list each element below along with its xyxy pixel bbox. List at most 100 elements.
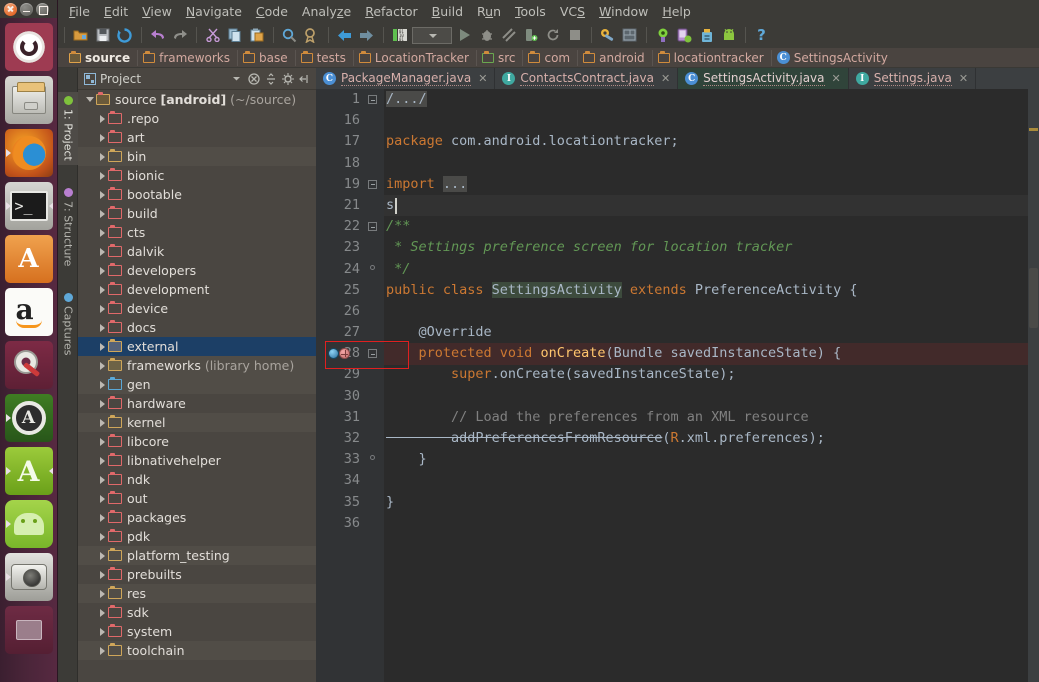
launcher-item-ubuntu-dash[interactable]: [4, 23, 53, 71]
tree-item-device[interactable]: device: [78, 299, 316, 318]
menu-analyze[interactable]: Analyze: [295, 2, 358, 21]
chevron-right-icon[interactable]: [96, 304, 108, 313]
stop-icon[interactable]: [564, 25, 585, 46]
tree-item-gen[interactable]: gen: [78, 375, 316, 394]
menu-edit[interactable]: Edit: [97, 2, 135, 21]
menu-window[interactable]: Window: [592, 2, 655, 21]
launcher-item-files[interactable]: [4, 76, 53, 124]
tree-item-res[interactable]: res: [78, 584, 316, 603]
left-tool-window-bar[interactable]: 1: Project 7: Structure Captures: [58, 68, 78, 682]
tree-item-packages[interactable]: packages: [78, 508, 316, 527]
project-tree[interactable]: source [android] (~/source) .repo art bin bi…: [78, 90, 316, 682]
tree-item-build[interactable]: build: [78, 204, 316, 223]
chevron-right-icon[interactable]: [96, 266, 108, 275]
find-icon[interactable]: [279, 25, 300, 46]
code-line[interactable]: /**: [384, 216, 1028, 237]
code-line[interactable]: addPreferencesFromResource(R.xml.prefere…: [384, 428, 1028, 449]
code-line[interactable]: public class SettingsActivity extends Pr…: [384, 280, 1028, 301]
menu-build[interactable]: Build: [425, 2, 470, 21]
tree-item-bin[interactable]: bin: [78, 147, 316, 166]
attach-debugger-icon[interactable]: [520, 25, 541, 46]
tool-tab-captures[interactable]: Captures: [58, 289, 78, 359]
sdk-manager-icon[interactable]: [597, 25, 618, 46]
fold-end-icon[interactable]: [368, 455, 377, 464]
close-icon[interactable]: [4, 2, 17, 16]
save-all-icon[interactable]: [92, 25, 113, 46]
chevron-down-icon[interactable]: [84, 97, 96, 102]
breadcrumb-item-base[interactable]: base: [238, 49, 296, 66]
expand-all-icon[interactable]: [264, 72, 277, 85]
editor-code-area[interactable]: /.../ package com.android.locationtracke…: [384, 68, 1028, 682]
tree-item-hardware[interactable]: hardware: [78, 394, 316, 413]
code-line[interactable]: super.onCreate(savedInstanceState);: [384, 364, 1028, 385]
open-project-icon[interactable]: [70, 25, 91, 46]
back-icon[interactable]: [334, 25, 355, 46]
code-line[interactable]: [384, 470, 1028, 491]
project-view-icon[interactable]: [83, 72, 96, 85]
tree-item-toolchain[interactable]: toolchain: [78, 641, 316, 660]
fold-collapse-icon[interactable]: [368, 349, 377, 359]
tree-item-ndk[interactable]: ndk: [78, 470, 316, 489]
android-icon[interactable]: [718, 25, 739, 46]
chevron-right-icon[interactable]: [96, 627, 108, 636]
breadcrumb-item-locationtracker[interactable]: locationtracker: [653, 49, 772, 66]
menu-bar[interactable]: File Edit View Navigate Code Analyze Refactor B…: [58, 0, 1039, 22]
tree-item-libnativehelper[interactable]: libnativehelper: [78, 451, 316, 470]
tree-item-development[interactable]: development: [78, 280, 316, 299]
breadcrumb-item-frameworks[interactable]: frameworks: [138, 49, 238, 66]
code-line[interactable]: [384, 153, 1028, 174]
fold-end-icon[interactable]: [368, 264, 377, 274]
chevron-right-icon[interactable]: [96, 171, 108, 180]
run-config-icon[interactable]: 01 10 01: [389, 25, 410, 46]
tree-root-source[interactable]: source [android] (~/source): [78, 90, 316, 109]
fold-collapse-icon[interactable]: [368, 179, 377, 189]
editor-tab-settingsactivity-java[interactable]: C SettingsActivity.java ✕: [678, 68, 849, 89]
chevron-right-icon[interactable]: [96, 589, 108, 598]
editor-marker-bar[interactable]: [1028, 68, 1039, 682]
redo-icon[interactable]: [169, 25, 190, 46]
code-line[interactable]: [384, 301, 1028, 322]
chevron-right-icon[interactable]: [96, 209, 108, 218]
chevron-right-icon[interactable]: [96, 399, 108, 408]
tree-item--repo[interactable]: .repo: [78, 109, 316, 128]
close-icon[interactable]: ✕: [832, 72, 841, 85]
rerun-icon[interactable]: [542, 25, 563, 46]
chevron-right-icon[interactable]: [96, 114, 108, 123]
launcher-item-android-studio[interactable]: A: [4, 394, 53, 442]
ubuntu-launcher[interactable]: >_ A a A A: [0, 0, 58, 682]
chevron-right-icon[interactable]: [96, 361, 108, 370]
code-line[interactable]: // Load the preferences from an XML reso…: [384, 407, 1028, 428]
chevron-right-icon[interactable]: [96, 570, 108, 579]
run-config-dropdown[interactable]: [411, 25, 453, 46]
chevron-right-icon[interactable]: [96, 475, 108, 484]
tree-item-dalvik[interactable]: dalvik: [78, 242, 316, 261]
launcher-item-software-center[interactable]: A: [4, 235, 53, 283]
tree-item-bootable[interactable]: bootable: [78, 185, 316, 204]
code-line[interactable]: import ...: [384, 174, 1028, 195]
code-line[interactable]: }: [384, 449, 1028, 470]
code-line[interactable]: }: [384, 492, 1028, 513]
close-icon[interactable]: ✕: [661, 72, 670, 85]
menu-vcs[interactable]: VCS: [553, 2, 592, 21]
tool-tab-structure[interactable]: 7: Structure: [58, 184, 78, 270]
menu-help[interactable]: Help: [655, 2, 698, 21]
breadcrumb-item-android[interactable]: android: [578, 49, 653, 66]
chevron-right-icon[interactable]: [96, 437, 108, 446]
chevron-right-icon[interactable]: [96, 285, 108, 294]
tree-item-cts[interactable]: cts: [78, 223, 316, 242]
avd-manager-icon[interactable]: [619, 25, 640, 46]
tool-tab-project[interactable]: 1: Project: [58, 92, 78, 165]
tree-item-out[interactable]: out: [78, 489, 316, 508]
collapse-icon[interactable]: [247, 72, 260, 85]
chevron-right-icon[interactable]: [96, 551, 108, 560]
code-line[interactable]: package com.android.locationtracker;: [384, 131, 1028, 152]
hide-panel-icon[interactable]: [298, 72, 311, 85]
replace-icon[interactable]: [301, 25, 322, 46]
chevron-right-icon[interactable]: [96, 228, 108, 237]
tree-item-frameworks[interactable]: frameworks (library home): [78, 356, 316, 375]
copy-icon[interactable]: [224, 25, 245, 46]
marker-stripe[interactable]: [1029, 128, 1038, 131]
breadcrumb-item-com[interactable]: com: [523, 49, 579, 66]
chevron-right-icon[interactable]: [96, 532, 108, 541]
breadcrumb-item-settingsactivity[interactable]: C SettingsActivity: [772, 50, 896, 66]
